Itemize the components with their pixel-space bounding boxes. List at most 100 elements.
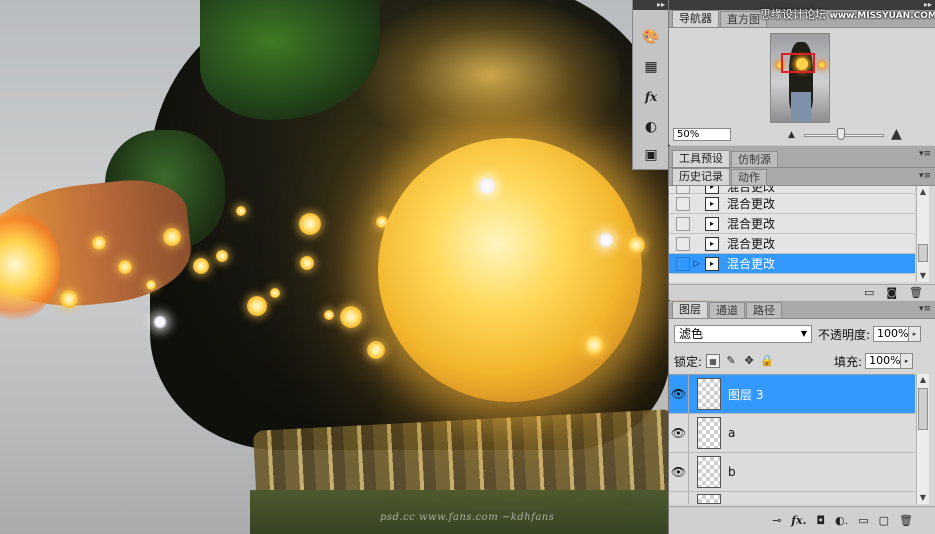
layers-footer: ⊸ fx. ◘ ◐. ▭ ▢ 🗑	[669, 506, 935, 534]
layer-thumbnail[interactable]	[697, 494, 721, 504]
history-tabbar: 历史记录 动作 ▾≡	[669, 168, 935, 186]
trash-icon[interactable]: 🗑	[909, 286, 923, 299]
layer-thumbnail[interactable]	[697, 456, 721, 488]
scrollbar-thumb[interactable]	[918, 244, 928, 262]
tab-navigator[interactable]: 导航器	[672, 10, 719, 27]
masks-icon[interactable]: ▣	[640, 144, 662, 166]
thumbnail-jeans	[791, 92, 811, 122]
light-particle	[376, 216, 388, 228]
layer-row[interactable]: 👁 b	[669, 452, 915, 492]
trash-icon[interactable]: 🗑	[899, 514, 913, 527]
tab-history[interactable]: 历史记录	[672, 168, 730, 185]
styles-fx-icon[interactable]: fx	[640, 86, 662, 108]
link-layers-icon[interactable]: ⊸	[772, 514, 781, 527]
palette-icon[interactable]: 🎨	[640, 26, 662, 48]
history-item-selected[interactable]: ▷ ▸ 混合更改	[669, 254, 915, 274]
new-layer-icon[interactable]: ▢	[879, 514, 889, 527]
visibility-eye-icon[interactable]	[669, 492, 689, 504]
panel-menu-icon[interactable]: ▾≡	[919, 171, 931, 181]
history-item-label: 混合更改	[727, 217, 776, 231]
layer-thumbnail[interactable]	[697, 378, 721, 410]
tab-clone-source[interactable]: 仿制源	[731, 151, 778, 167]
layer-list: 👁 图层 3 👁 a 👁 b	[669, 374, 915, 504]
light-particle	[367, 341, 385, 359]
navigator-view-box[interactable]	[781, 53, 815, 73]
light-particle	[270, 288, 280, 298]
opacity-slider-toggle-icon[interactable]: ▸	[909, 326, 922, 342]
layer-name[interactable]: a	[728, 426, 735, 440]
history-brush-checkbox[interactable]	[676, 216, 690, 231]
lock-transparency-icon[interactable]: ▦	[706, 354, 721, 368]
light-particle	[60, 290, 78, 308]
light-particle	[324, 310, 334, 320]
visibility-eye-icon[interactable]: 👁	[669, 413, 689, 453]
history-item-label: 混合更改	[727, 197, 776, 211]
history-brush-checkbox[interactable]	[676, 256, 690, 271]
history-scrollbar[interactable]: ▲ ▼	[916, 186, 929, 282]
adjustment-layer-icon[interactable]: ◐.	[835, 514, 848, 527]
zoom-input[interactable]: 50%	[673, 128, 731, 141]
history-item-label: 混合更改	[727, 257, 776, 271]
scroll-up-icon[interactable]: ▲	[917, 374, 929, 386]
snapshot-camera-icon[interactable]: ◙	[886, 286, 897, 299]
lock-position-move-icon[interactable]: ✥	[742, 354, 756, 368]
add-mask-icon[interactable]: ◘	[816, 514, 825, 527]
opacity-input[interactable]: 100%	[873, 326, 910, 342]
lock-label: 锁定:	[674, 354, 703, 369]
current-state-marker-icon: ▷	[693, 258, 700, 269]
history-panel: 历史记录 动作 ▾≡ ▸ 混合更改 ▸ 混合更改 ▸ 混合更改 ▸ 混合更改 ▷…	[668, 168, 935, 300]
layer-row-selected[interactable]: 👁 图层 3	[669, 375, 915, 414]
scroll-down-icon[interactable]: ▼	[917, 492, 929, 504]
tab-layers[interactable]: 图层	[672, 301, 708, 318]
light-particle	[92, 236, 106, 250]
layer-thumbnail[interactable]	[697, 417, 721, 449]
layers-tabbar: 图层 通道 路径 ▾≡	[669, 301, 935, 319]
history-state-icon: ▸	[705, 216, 719, 231]
lock-pixels-brush-icon[interactable]: ✎	[724, 354, 738, 368]
visibility-eye-icon[interactable]: 👁	[669, 375, 689, 414]
canvas-watermark: psd.cc www.fans.com ~kdhfans	[380, 512, 555, 523]
history-brush-checkbox[interactable]	[676, 186, 690, 194]
adjustments-icon[interactable]: ◐	[640, 116, 662, 138]
history-brush-checkbox[interactable]	[676, 236, 690, 251]
scroll-down-icon[interactable]: ▼	[917, 270, 929, 282]
layer-row-partial[interactable]	[669, 492, 915, 504]
history-item[interactable]: ▸ 混合更改	[669, 234, 915, 254]
history-item[interactable]: ▸ 混合更改	[669, 194, 915, 214]
tab-channels[interactable]: 通道	[709, 302, 745, 318]
layer-name[interactable]: b	[728, 465, 736, 479]
zoom-slider-thumb[interactable]	[837, 128, 845, 140]
new-document-from-state-icon[interactable]: ▭	[864, 286, 874, 299]
group-folder-icon[interactable]: ▭	[858, 514, 868, 527]
tab-tool-presets[interactable]: 工具预设	[672, 150, 730, 167]
tab-paths[interactable]: 路径	[746, 302, 782, 318]
navigator-thumbnail[interactable]	[770, 33, 830, 123]
zoom-in-icon[interactable]: ▲	[891, 126, 902, 142]
lock-all-icon[interactable]: 🔒	[760, 354, 774, 368]
blend-mode-select[interactable]: 滤色 ▼	[674, 325, 812, 343]
swatches-icon[interactable]: ▦	[640, 56, 662, 78]
blend-row: 滤色 ▼ 不透明度: 100% ▸	[674, 325, 929, 343]
tab-actions[interactable]: 动作	[731, 169, 767, 185]
layer-row[interactable]: 👁 a	[669, 413, 915, 453]
light-particle	[478, 177, 496, 195]
fill-input[interactable]: 100%	[865, 353, 902, 369]
zoom-out-icon[interactable]: ▲	[788, 130, 795, 140]
panel-menu-icon[interactable]: ▾≡	[919, 149, 931, 159]
panel-menu-icon[interactable]: ▾≡	[919, 304, 931, 314]
history-item[interactable]: ▸ 混合更改	[669, 214, 915, 234]
scroll-up-icon[interactable]: ▲	[917, 186, 929, 198]
strip-collapse-button[interactable]: ▸▸	[633, 0, 668, 10]
history-brush-checkbox[interactable]	[676, 196, 690, 211]
layers-scrollbar[interactable]: ▲ ▼	[916, 374, 929, 504]
photo-chest-highlight	[360, 0, 620, 150]
fill-slider-toggle-icon[interactable]: ▸	[901, 353, 914, 369]
layer-name[interactable]: 图层 3	[728, 386, 763, 403]
tool-presets-tabbar: 工具预设 仿制源 ▾≡	[669, 146, 935, 168]
fx-icon[interactable]: fx.	[791, 514, 806, 527]
history-item[interactable]: ▸ 混合更改	[669, 186, 915, 194]
light-particle	[300, 256, 314, 270]
tool-presets-panel: 工具预设 仿制源 ▾≡	[668, 146, 935, 168]
visibility-eye-icon[interactable]: 👁	[669, 452, 689, 492]
scrollbar-thumb[interactable]	[918, 388, 928, 430]
